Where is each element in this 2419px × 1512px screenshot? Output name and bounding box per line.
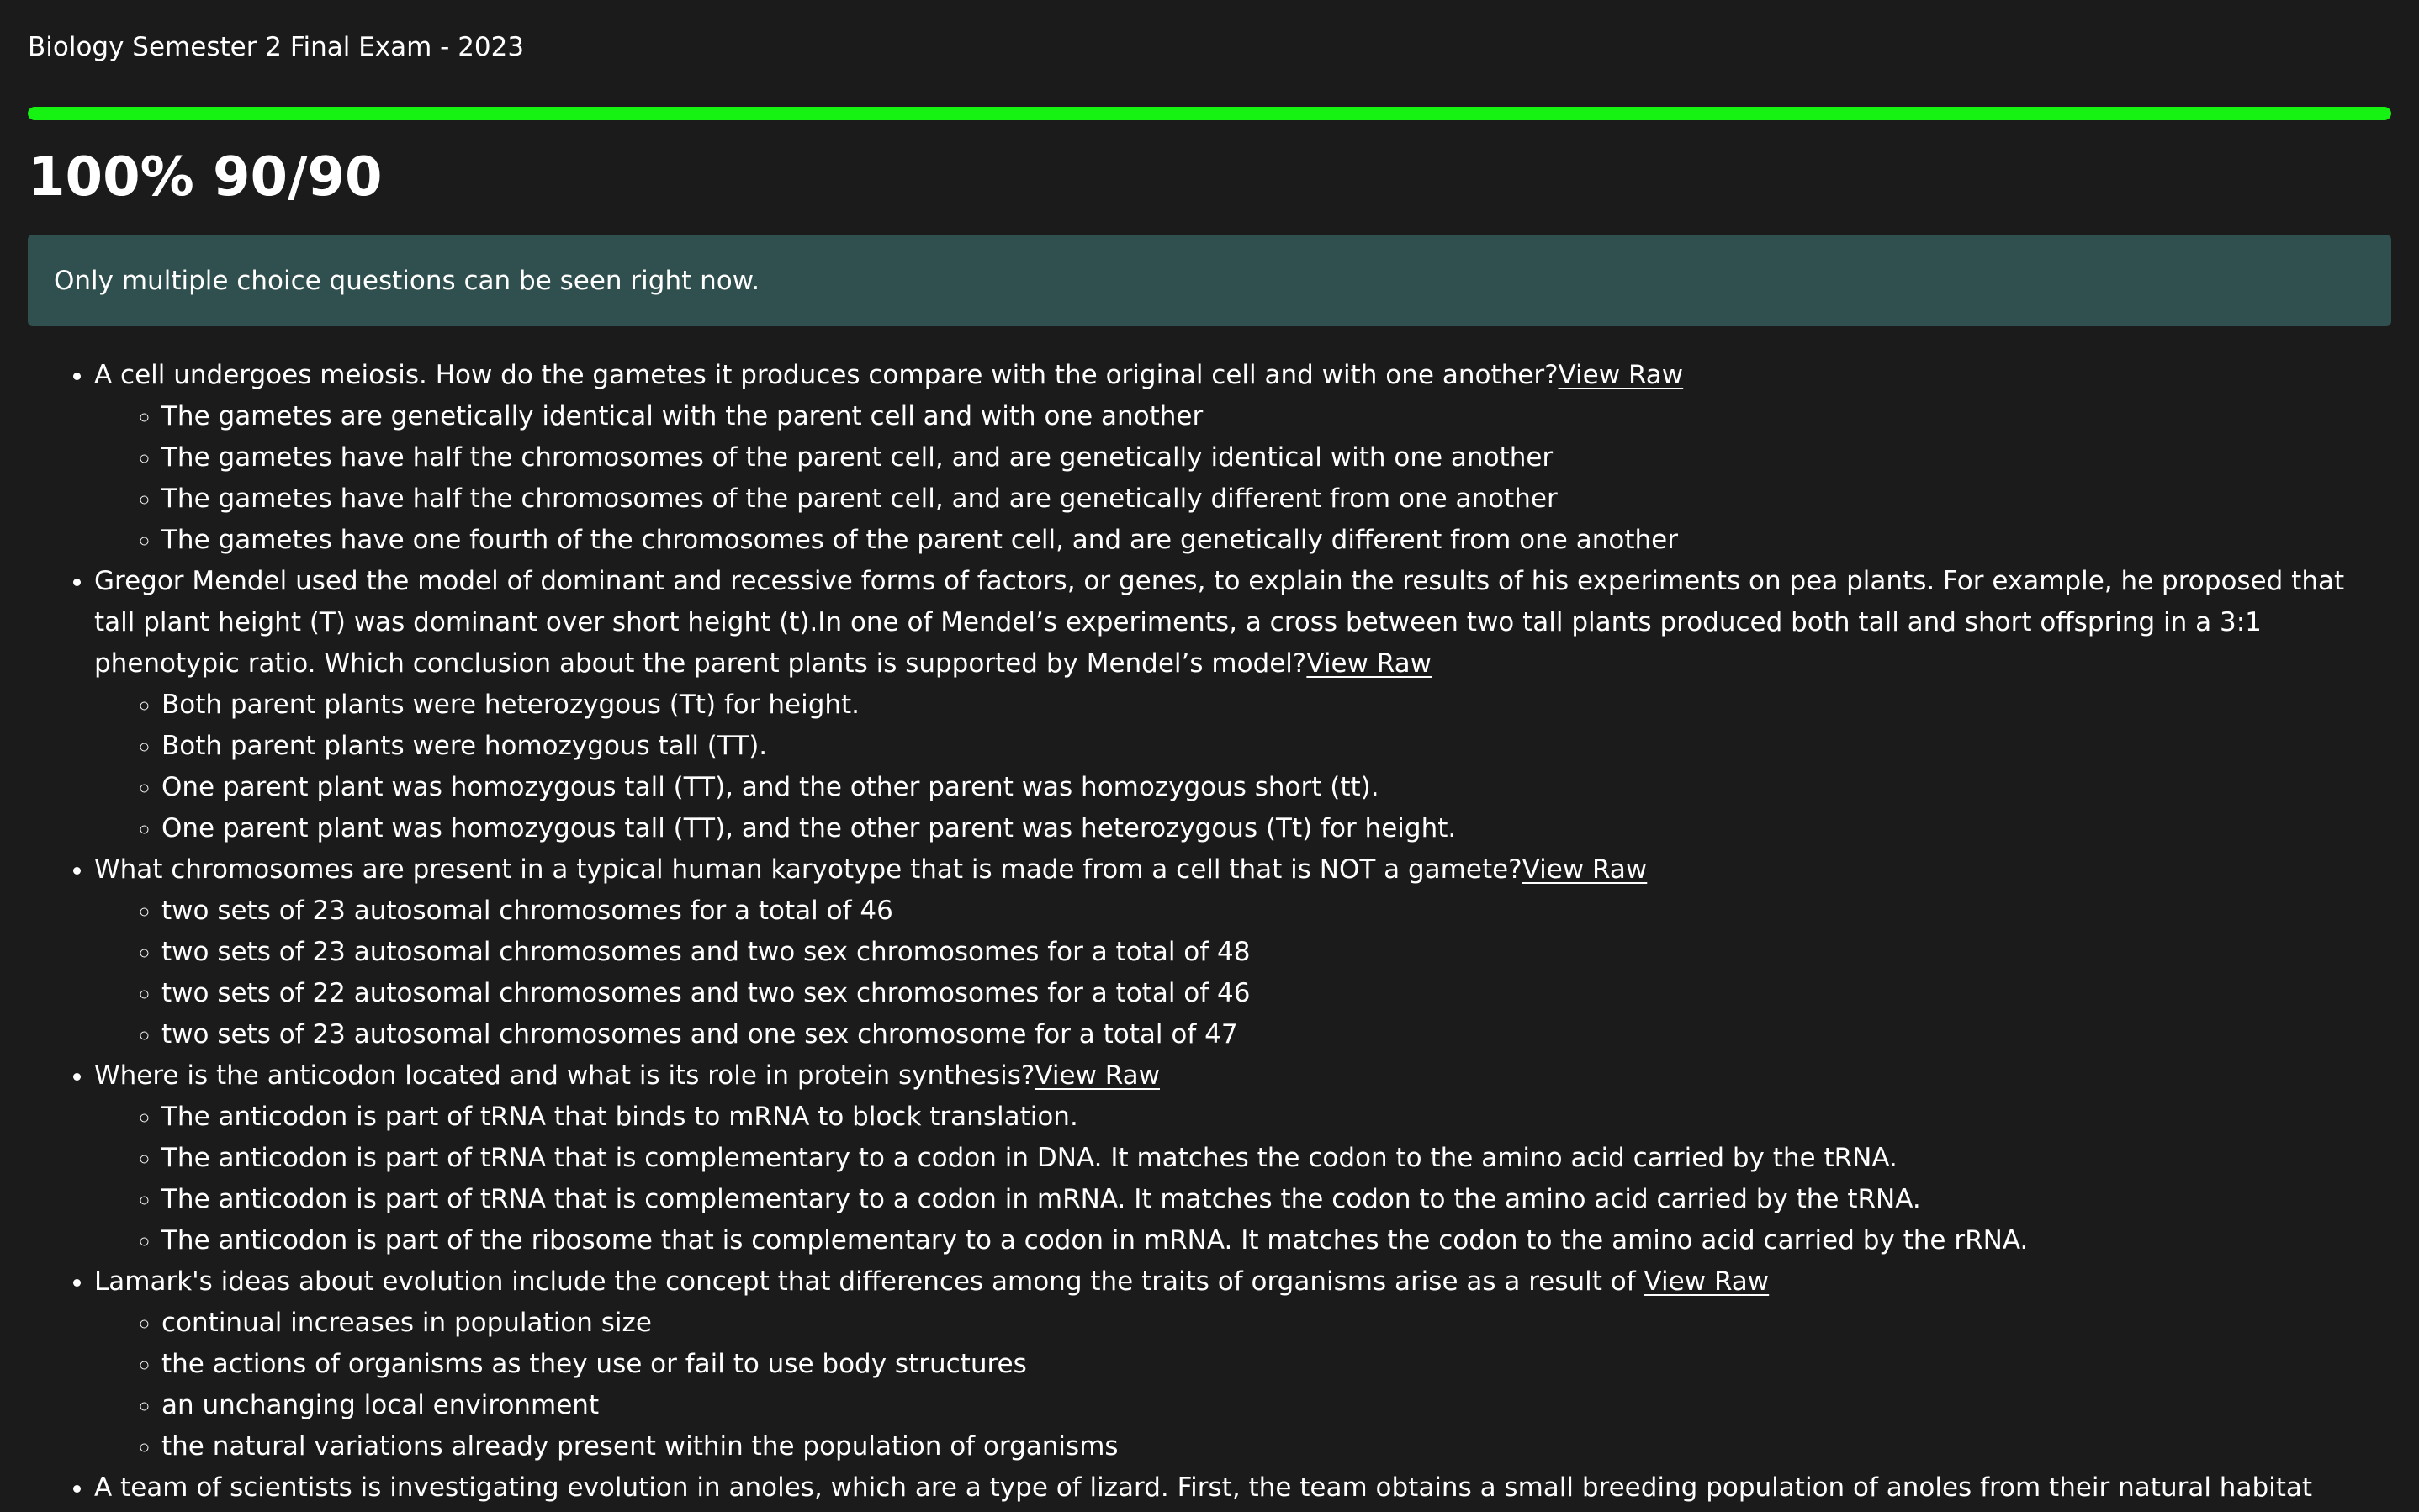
answer-option: The anticodon is part of tRNA that is co… <box>161 1138 2385 1179</box>
answer-option: The gametes are genetically identical wi… <box>161 396 2385 437</box>
view-raw-link[interactable]: View Raw <box>1522 854 1648 885</box>
answer-option: The gametes have half the chromosomes of… <box>161 478 2385 520</box>
question-item: A cell undergoes meiosis. How do the gam… <box>94 355 2419 561</box>
question-item: Where is the anticodon located and what … <box>94 1055 2419 1261</box>
question-item: A team of scientists is investigating ev… <box>94 1467 2419 1509</box>
answer-option: The gametes have half the chromosomes of… <box>161 437 2385 478</box>
question-text: Lamark's ideas about evolution include t… <box>94 1266 1644 1297</box>
exam-title: Biology Semester 2 Final Exam - 2023 <box>28 32 525 62</box>
score-progress-fill <box>28 107 2391 120</box>
question-text: A cell undergoes meiosis. How do the gam… <box>94 360 1559 390</box>
answer-option: two sets of 23 autosomal chromosomes for… <box>161 891 2385 932</box>
answer-option: The anticodon is part of tRNA that is co… <box>161 1179 2385 1220</box>
question-text: A team of scientists is investigating ev… <box>94 1472 2313 1503</box>
answer-option: One parent plant was homozygous tall (TT… <box>161 808 2385 849</box>
question-list: A cell undergoes meiosis. How do the gam… <box>0 355 2419 1509</box>
notice-text: Only multiple choice questions can be se… <box>54 265 760 296</box>
answer-option: Both parent plants were homozygous tall … <box>161 726 2385 767</box>
answer-options: continual increases in population sizeth… <box>94 1303 2385 1467</box>
answer-option: The anticodon is part of the ribosome th… <box>161 1220 2385 1261</box>
score-progress-bar <box>28 107 2391 120</box>
answer-option: The gametes have one fourth of the chrom… <box>161 520 2385 561</box>
question-text: What chromosomes are present in a typica… <box>94 854 1522 885</box>
answer-option: an unchanging local environment <box>161 1385 2385 1426</box>
answer-option: continual increases in population size <box>161 1303 2385 1344</box>
answer-option: Both parent plants were heterozygous (Tt… <box>161 685 2385 726</box>
exam-results-page: Biology Semester 2 Final Exam - 2023 100… <box>0 0 2419 1512</box>
answer-options: Both parent plants were heterozygous (Tt… <box>94 685 2385 849</box>
answer-options: The anticodon is part of tRNA that binds… <box>94 1097 2385 1261</box>
question-item: What chromosomes are present in a typica… <box>94 849 2419 1055</box>
answer-option: two sets of 23 autosomal chromosomes and… <box>161 932 2385 973</box>
question-text: Gregor Mendel used the model of dominant… <box>94 566 2345 679</box>
question-text: Where is the anticodon located and what … <box>94 1060 1035 1091</box>
notice-banner: Only multiple choice questions can be se… <box>28 235 2391 326</box>
view-raw-link[interactable]: View Raw <box>1644 1266 1770 1297</box>
view-raw-link[interactable]: View Raw <box>1035 1060 1160 1091</box>
answer-options: The gametes are genetically identical wi… <box>94 396 2385 561</box>
question-item: Lamark's ideas about evolution include t… <box>94 1261 2419 1467</box>
answer-options: two sets of 23 autosomal chromosomes for… <box>94 891 2385 1055</box>
answer-option: The anticodon is part of tRNA that binds… <box>161 1097 2385 1138</box>
answer-option: One parent plant was homozygous tall (TT… <box>161 767 2385 808</box>
question-item: Gregor Mendel used the model of dominant… <box>94 561 2419 849</box>
score-summary: 100% 90/90 <box>28 146 383 209</box>
answer-option: two sets of 22 autosomal chromosomes and… <box>161 973 2385 1014</box>
view-raw-link[interactable]: View Raw <box>1559 360 1684 390</box>
view-raw-link[interactable]: View Raw <box>1306 648 1432 679</box>
answer-option: the natural variations already present w… <box>161 1426 2385 1467</box>
answer-option: the actions of organisms as they use or … <box>161 1344 2385 1385</box>
answer-option: two sets of 23 autosomal chromosomes and… <box>161 1014 2385 1055</box>
